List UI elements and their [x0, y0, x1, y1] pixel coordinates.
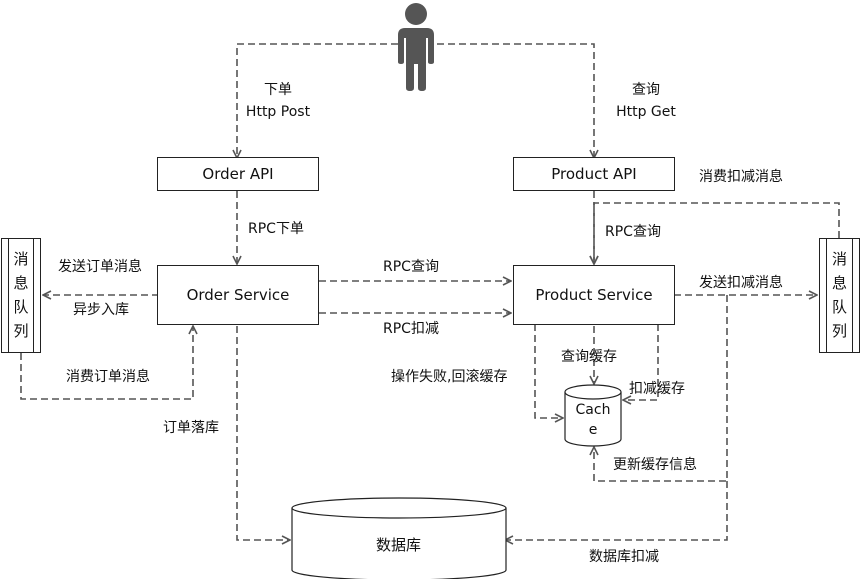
rpc-query-label: RPC查询 — [383, 259, 439, 275]
query-action-text: 查询 — [632, 82, 660, 98]
order-service-label: Order Service — [186, 286, 290, 304]
order-api-label: Order API — [202, 165, 274, 183]
edge-user-product-api — [437, 43, 594, 158]
query-method-text: Http Get — [616, 104, 676, 120]
right-queue-char-3: 队 — [831, 298, 847, 316]
product-api-box: Product API — [513, 157, 675, 191]
edge-order-persist — [236, 326, 290, 540]
database-label: 数据库 — [376, 536, 422, 554]
db-deduct-label: 数据库扣减 — [589, 549, 659, 565]
right-message-queue: 消 息 队 列 — [819, 238, 860, 353]
left-message-queue: 消 息 队 列 — [1, 238, 41, 353]
order-action-text: 下单 — [264, 82, 292, 98]
left-queue-char-2: 息 — [13, 274, 29, 292]
cache-label-line-1: Cach — [575, 402, 611, 418]
query-cache-label: 查询缓存 — [561, 349, 617, 365]
order-persist-label: 订单落库 — [163, 420, 219, 436]
send-order-msg-label: 发送订单消息 — [58, 259, 142, 275]
send-deduct-msg-label: 发送扣减消息 — [699, 275, 783, 291]
cache-label: Cach e — [565, 400, 621, 440]
rollback-cache-label: 操作失败,回滚缓存 — [391, 369, 508, 385]
rpc-order-label: RPC下单 — [248, 221, 304, 237]
order-service-box: Order Service — [157, 265, 319, 325]
deduct-cache-label: 扣减缓存 — [629, 381, 685, 397]
consume-order-msg-label: 消费订单消息 — [66, 369, 150, 385]
order-api-box: Order API — [157, 157, 319, 191]
right-queue-char-1: 消 — [831, 250, 847, 268]
async-store-label: 异步入库 — [73, 302, 129, 318]
right-queue-char-4: 列 — [831, 322, 847, 340]
rpc-query-top-label: RPC查询 — [605, 224, 661, 240]
consume-deduct-msg-label: 消费扣减消息 — [699, 169, 783, 185]
product-api-label: Product API — [551, 165, 637, 183]
product-service-box: Product Service — [513, 265, 675, 325]
left-queue-char-4: 列 — [13, 322, 29, 340]
left-queue-char-1: 消 — [13, 250, 29, 268]
order-method-text: Http Post — [245, 104, 311, 120]
cache-label-line-2: e — [588, 422, 598, 438]
right-queue-char-2: 息 — [831, 274, 847, 292]
edge-consume-order-msg — [20, 326, 193, 400]
edge-rollback-cache — [534, 324, 563, 418]
product-service-label: Product Service — [535, 286, 653, 304]
edge-db-deduct — [505, 481, 728, 540]
user-icon — [398, 3, 434, 91]
query-request-label: 查询 Http Get — [610, 81, 682, 121]
left-queue-char-3: 队 — [13, 298, 29, 316]
update-cache-info-label: 更新缓存信息 — [613, 457, 697, 473]
rpc-deduct-label: RPC扣减 — [383, 321, 439, 337]
order-request-label: 下单 Http Post — [240, 81, 316, 121]
